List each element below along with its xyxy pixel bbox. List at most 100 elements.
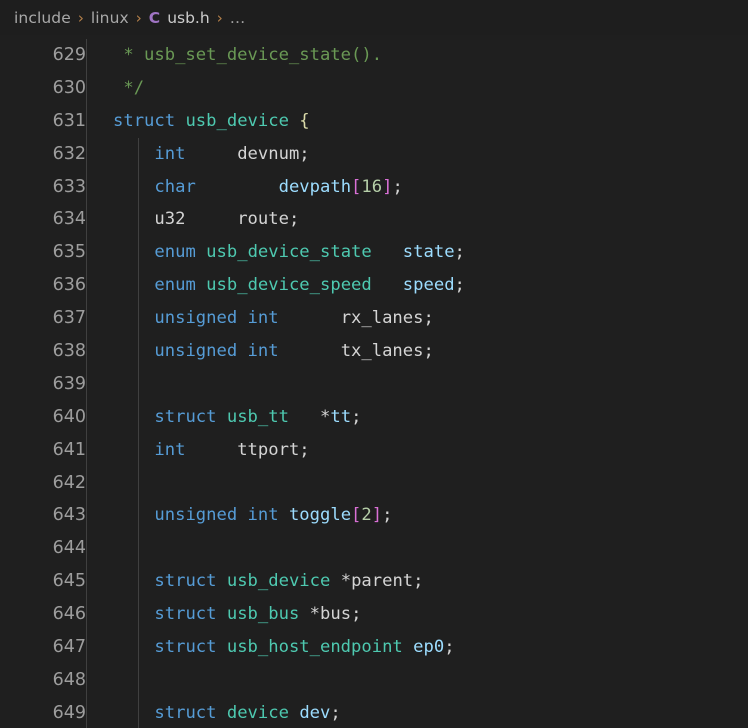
code-line[interactable]: 634 u32 route;	[0, 203, 748, 237]
code-line[interactable]: 645 struct usb_device *parent;	[0, 565, 748, 599]
code-token: ;	[454, 275, 465, 296]
code-line[interactable]: 640 struct usb_tt *tt;	[0, 400, 748, 434]
line-number: 649	[52, 702, 86, 723]
code-line-content[interactable]: int ttport;	[86, 433, 748, 467]
code-line[interactable]: 637 unsigned int rx_lanes;	[0, 302, 748, 335]
line-number: 642	[52, 472, 86, 493]
line-number: 630	[52, 77, 86, 98]
code-token: int	[154, 143, 186, 164]
code-line[interactable]: 643 unsigned int toggle[2];	[0, 499, 748, 533]
code-line[interactable]: 649 struct device dev;	[0, 696, 748, 728]
line-number: 640	[52, 406, 86, 427]
code-token: toggle	[288, 505, 352, 526]
code-token: tx_lanes	[340, 341, 424, 362]
line-number: 633	[52, 176, 86, 197]
line-number: 647	[52, 637, 86, 658]
code-line[interactable]: 632 int devnum;	[0, 137, 748, 171]
code-token: state	[402, 242, 455, 263]
code-line-content[interactable]: int devnum;	[86, 137, 748, 171]
code-line-content[interactable]: unsigned int tx_lanes;	[86, 335, 748, 368]
code-line[interactable]: 644	[0, 532, 748, 566]
code-token: ;	[382, 505, 393, 526]
code-line[interactable]: 647 struct usb_host_endpoint ep0;	[0, 631, 748, 664]
code-token: 2	[361, 505, 372, 526]
code-token: usb_host_endpoint	[226, 637, 403, 658]
code-line[interactable]: 639	[0, 367, 748, 401]
code-line-content[interactable]: u32 route;	[86, 203, 748, 237]
line-number: 632	[52, 143, 86, 164]
line-number: 634	[52, 209, 86, 230]
code-token: * usb_set_device_state().	[113, 45, 383, 65]
breadcrumb-item-usb-h[interactable]: usb.h	[167, 9, 210, 27]
code-token: usb_bus	[226, 604, 300, 625]
code-line-content[interactable]	[86, 367, 748, 401]
code-token: usb_device_speed	[206, 275, 372, 296]
code-token: */	[113, 77, 145, 98]
code-line[interactable]: 635 enum usb_device_state state;	[0, 236, 748, 270]
code-line[interactable]: 638 unsigned int tx_lanes;	[0, 335, 748, 368]
code-line-content[interactable]	[86, 663, 748, 697]
code-token: struct	[154, 702, 217, 723]
code-line[interactable]: 633 char devpath[16];	[0, 170, 748, 204]
code-line-content[interactable]: enum usb_device_speed speed;	[86, 269, 748, 303]
code-line[interactable]: 631 struct usb_device {	[0, 104, 748, 138]
code-line[interactable]: 642	[0, 466, 748, 500]
code-token: enum	[154, 242, 196, 263]
code-token: ;	[288, 209, 300, 230]
code-line[interactable]: 641 int ttport;	[0, 433, 748, 467]
c-file-icon: C	[148, 8, 161, 27]
line-number: 635	[52, 242, 86, 263]
breadcrumb-item-include[interactable]: include	[14, 9, 71, 27]
code-line-content[interactable]: */	[86, 71, 748, 105]
code-token: device	[226, 702, 289, 723]
code-token: int	[154, 439, 186, 460]
code-token: ;	[351, 604, 362, 625]
code-line[interactable]: 636 enum usb_device_speed speed;	[0, 269, 748, 303]
code-line-content[interactable]: struct usb_bus *bus;	[86, 598, 748, 631]
code-line[interactable]: 648	[0, 663, 748, 697]
code-editor[interactable]: 629 * usb_set_device_state(). 630 */631st…	[0, 35, 748, 728]
code-token: usb_device	[185, 110, 289, 131]
code-line-content[interactable]: struct usb_device *parent;	[86, 565, 748, 599]
code-line-content[interactable]: struct usb_tt *tt;	[86, 400, 748, 434]
code-line-content[interactable]: struct device dev;	[86, 696, 748, 728]
code-line-content[interactable]	[86, 466, 748, 500]
code-token: ;	[454, 242, 465, 263]
code-line[interactable]: 646 struct usb_bus *bus;	[0, 598, 748, 631]
line-number: 641	[52, 439, 86, 460]
code-token: unsigned int	[154, 341, 279, 362]
code-line-content[interactable]: struct usb_host_endpoint ep0;	[86, 631, 748, 664]
code-token: ttport	[237, 439, 300, 460]
code-line[interactable]: 630 */	[0, 71, 748, 105]
code-line[interactable]: 629 * usb_set_device_state().	[0, 39, 748, 72]
breadcrumb-overflow-ellipsis[interactable]: …	[230, 9, 246, 27]
code-token: devnum	[237, 143, 300, 164]
line-number: 648	[52, 669, 86, 690]
breadcrumb-item-linux[interactable]: linux	[91, 9, 129, 27]
code-line-content[interactable]: enum usb_device_state state;	[86, 236, 748, 270]
code-token: struct	[154, 637, 217, 658]
code-line-content[interactable]: struct usb_device {	[86, 104, 748, 138]
code-line-content[interactable]: unsigned int rx_lanes;	[86, 302, 748, 335]
line-number: 637	[52, 308, 86, 329]
code-line-content[interactable]: char devpath[16];	[86, 170, 748, 204]
code-token: ]	[382, 176, 393, 197]
code-line-content[interactable]: unsigned int toggle[2];	[86, 499, 748, 533]
code-line-content[interactable]: * usb_set_device_state().	[86, 39, 748, 72]
code-line-content[interactable]	[86, 532, 748, 566]
